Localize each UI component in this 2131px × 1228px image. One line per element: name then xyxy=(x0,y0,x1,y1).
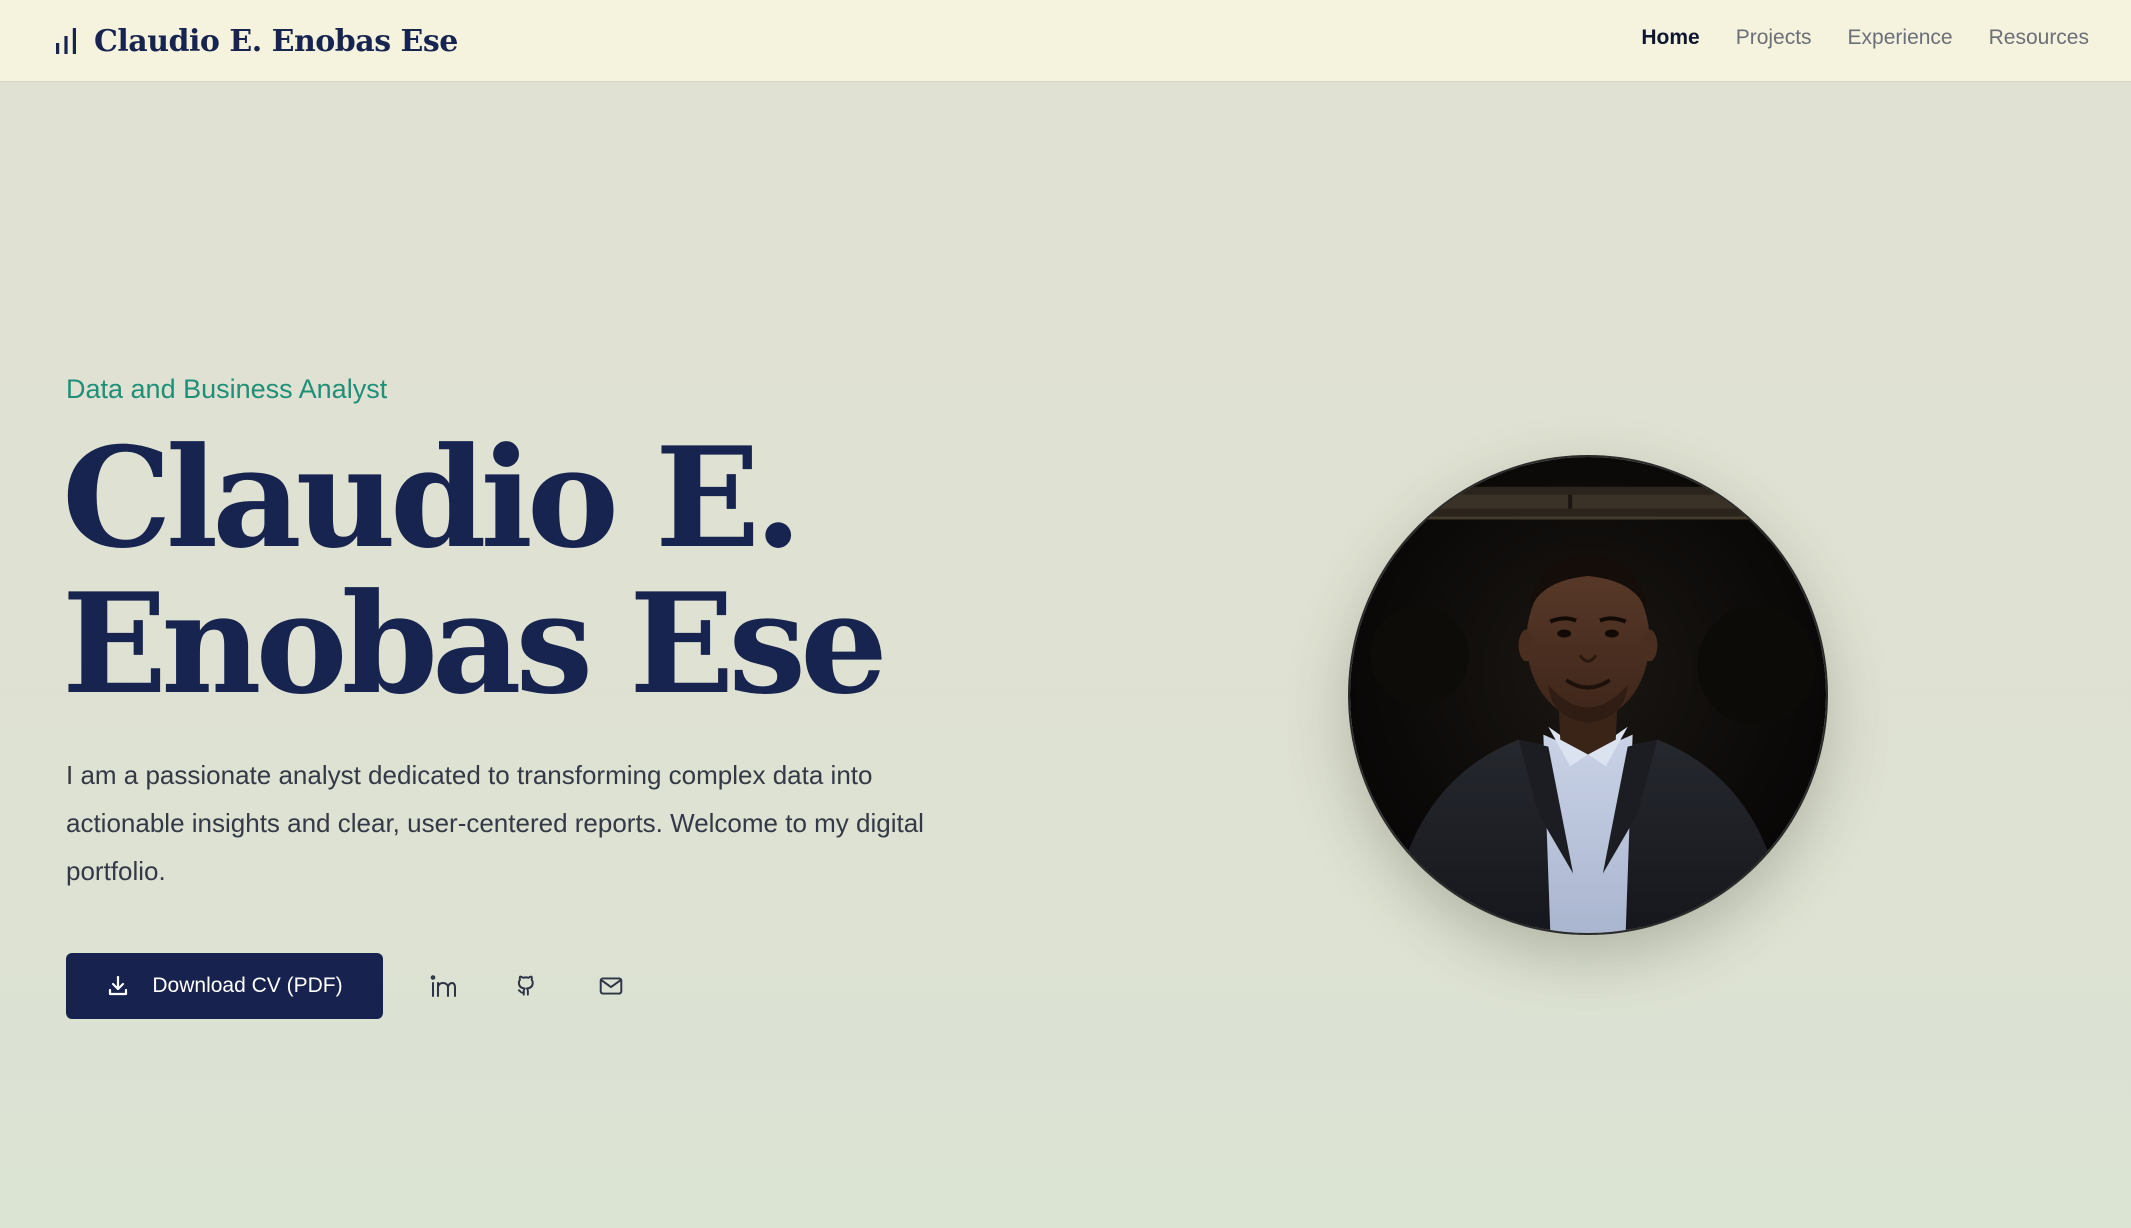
profile-photo-illustration xyxy=(1350,457,1826,933)
brand[interactable]: Claudio E. Enobas Ese xyxy=(54,22,458,60)
download-icon xyxy=(109,975,128,996)
nav-item-experience[interactable]: Experience xyxy=(1848,26,1953,50)
download-cv-label: Download CV (PDF) xyxy=(152,974,343,997)
nav-item-projects[interactable]: Projects xyxy=(1736,26,1812,50)
hero-name-line-1: Claudio E. xyxy=(62,416,802,579)
linkedin-icon xyxy=(430,975,456,997)
hero-bio: I am a passionate analyst dedicated to t… xyxy=(66,760,924,886)
hero-name: Claudio E. Enobas Ese xyxy=(62,425,1022,717)
site-header: Claudio E. Enobas Ese Home Projects Expe… xyxy=(0,0,2131,82)
github-link[interactable] xyxy=(503,962,551,1010)
hero-subtitle: Data and Business Analyst xyxy=(66,374,388,404)
bar-chart-icon xyxy=(56,28,76,54)
profile-photo xyxy=(1348,455,1828,935)
hero-name-line-2: Enobas Ese xyxy=(62,562,888,725)
github-icon xyxy=(517,975,534,996)
download-cv-button[interactable]: Download CV (PDF) xyxy=(66,953,383,1019)
linkedin-link[interactable] xyxy=(419,962,467,1010)
nav-item-resources[interactable]: Resources xyxy=(1989,26,2089,50)
nav-item-home[interactable]: Home xyxy=(1641,26,1699,50)
brand-name: Claudio E. Enobas Ese xyxy=(94,23,458,59)
email-link[interactable] xyxy=(587,962,635,1010)
main-nav: Home Projects Experience Resources xyxy=(1641,26,2089,50)
cta-row: Download CV (PDF) xyxy=(66,953,635,1019)
mail-icon xyxy=(599,977,623,995)
